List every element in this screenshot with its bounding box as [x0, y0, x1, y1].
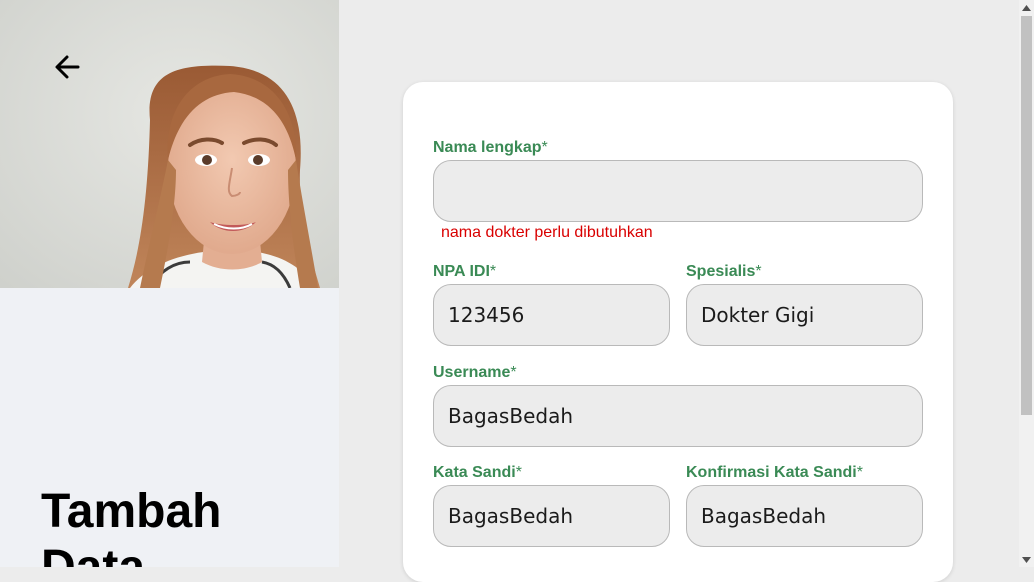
scroll-up-button[interactable] [1019, 0, 1034, 15]
caret-up-icon [1022, 4, 1031, 11]
arrow-left-icon [55, 55, 80, 79]
full-name-label: Nama lengkap* [433, 139, 548, 156]
npa-idi-input[interactable]: 123456 [433, 284, 670, 346]
password-label: Kata Sandi* [433, 464, 522, 481]
full-name-input[interactable] [433, 160, 923, 222]
username-field: Username* BagasBedah [433, 363, 923, 447]
specialist-field: Spesialis* Dokter Gigi [686, 262, 923, 346]
npa-idi-label: NPA IDI* [433, 263, 497, 280]
page-title: Tambah Data [41, 485, 222, 567]
full-name-field: Nama lengkap* [433, 138, 923, 222]
confirm-password-label: Konfirmasi Kata Sandi* [686, 464, 863, 481]
caret-down-icon [1022, 556, 1031, 563]
username-label: Username* [433, 364, 517, 381]
vertical-scrollbar[interactable] [1019, 0, 1034, 567]
specialist-label: Spesialis* [686, 263, 762, 280]
confirm-password-field: Konfirmasi Kata Sandi* BagasBedah [686, 463, 923, 547]
scroll-down-button[interactable] [1019, 552, 1034, 567]
npa-idi-field: NPA IDI* 123456 [433, 262, 670, 346]
left-panel: Tambah Data [0, 0, 339, 567]
full-name-error: nama dokter perlu dibutuhkan [441, 224, 653, 241]
confirm-password-input[interactable]: BagasBedah [686, 485, 923, 547]
password-field: Kata Sandi* BagasBedah [433, 463, 670, 547]
specialist-input[interactable]: Dokter Gigi [686, 284, 923, 346]
doctor-portrait-image [0, 0, 339, 288]
username-input[interactable]: BagasBedah [433, 385, 923, 447]
scrollbar-thumb[interactable] [1021, 16, 1032, 415]
password-input[interactable]: BagasBedah [433, 485, 670, 547]
back-button[interactable] [48, 48, 86, 86]
doctor-photo [0, 0, 339, 288]
